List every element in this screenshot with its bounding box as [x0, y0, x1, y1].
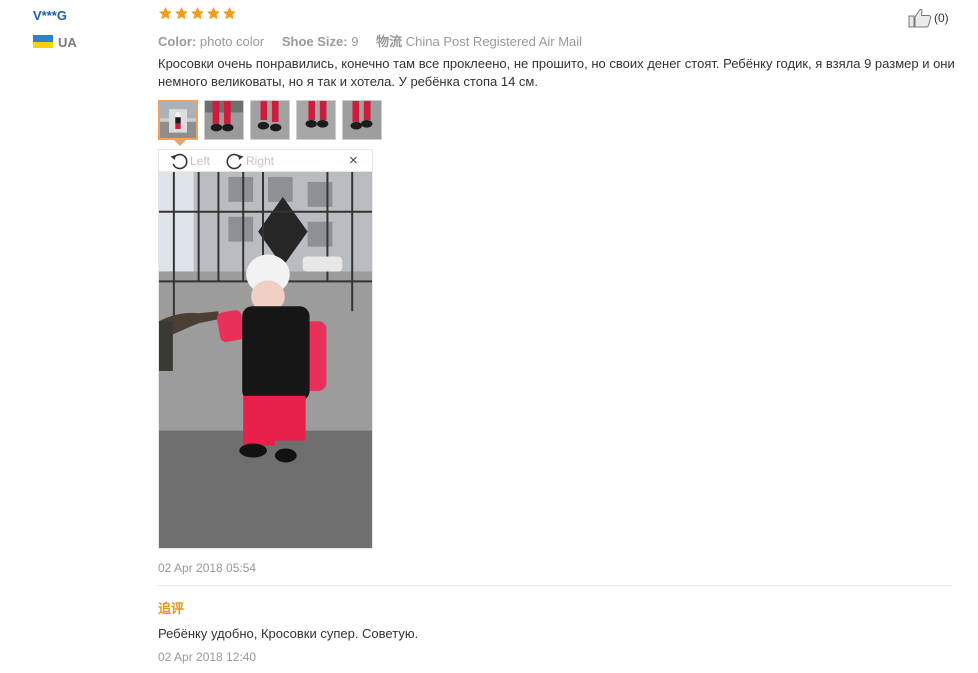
photo-thumbnail[interactable]: [158, 100, 198, 140]
active-thumbnail-indicator: [174, 140, 186, 146]
like-button[interactable]: (0): [908, 8, 949, 28]
reviewer-name: V***G: [33, 8, 67, 23]
photo-thumbnails: [158, 100, 382, 140]
star-icon: [190, 6, 205, 21]
review-date: 02 Apr 2018 05:54: [158, 561, 257, 575]
star-icon: [158, 6, 173, 21]
followup-date: 02 Apr 2018 12:40: [158, 650, 257, 664]
photo-viewer-toolbar: Left Right ×: [158, 149, 373, 171]
photo-thumbnail[interactable]: [250, 100, 290, 140]
shipping-value: China Post Registered Air Mail: [405, 34, 583, 49]
star-icon: [206, 6, 221, 21]
followup-text: Ребёнку удобно, Кросовки супер. Советую.: [158, 626, 419, 641]
enlarged-review-photo: [158, 171, 373, 549]
rotate-left-icon: [169, 151, 190, 171]
close-icon[interactable]: ×: [349, 152, 358, 169]
photo-thumbnail[interactable]: [204, 100, 244, 140]
rotate-right-label: Right: [246, 154, 275, 168]
shoe-size-label: Shoe Size:: [281, 34, 348, 49]
rotate-left-label: Left: [190, 154, 211, 168]
rotate-right-button[interactable]: Right: [225, 151, 274, 171]
rotate-left-button[interactable]: Left: [169, 151, 210, 171]
followup-title: 追评: [158, 601, 185, 616]
shoe-size-value: 9: [351, 34, 359, 49]
color-label: Color:: [158, 34, 197, 49]
country-flag-icon: [33, 35, 53, 48]
reviewer-country: UA: [58, 35, 77, 50]
shipping-label: 物流: [376, 34, 403, 49]
review-meta: Color: photo color Shoe Size: 9 物流 China…: [158, 31, 582, 50]
photo-thumbnail[interactable]: [296, 100, 336, 140]
thumbs-up-icon: [908, 8, 934, 28]
divider: [158, 585, 952, 586]
rotate-right-icon: [225, 151, 246, 171]
rating-stars: [158, 6, 237, 24]
star-icon: [222, 6, 237, 21]
star-icon: [174, 6, 189, 21]
color-value: photo color: [199, 34, 265, 49]
photo-thumbnail[interactable]: [342, 100, 382, 140]
like-count: (0): [934, 11, 949, 25]
review-text: Кросовки очень понравились, конечно там …: [158, 56, 955, 89]
